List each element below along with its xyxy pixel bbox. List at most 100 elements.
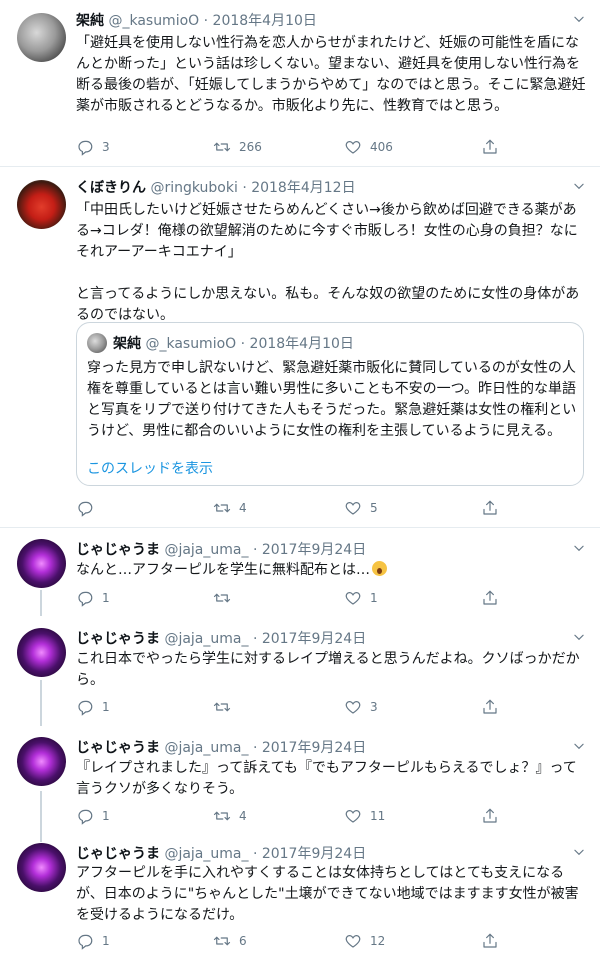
like-button[interactable]: 1 (344, 588, 378, 608)
share-icon (481, 138, 499, 156)
like-icon (344, 932, 362, 950)
display-name[interactable]: じゃじゃうま (76, 846, 160, 862)
reply-icon (76, 698, 94, 716)
tweet-actions: 1 6 12 (76, 931, 536, 951)
display-name[interactable]: じゃじゃうま (76, 631, 160, 647)
reply-icon (76, 499, 94, 517)
avatar[interactable] (17, 539, 66, 588)
tweet[interactable]: じゃじゃうま @jaja_uma_ · 2017年9月24日 なんと…アフターピ… (0, 528, 600, 616)
tweet-date[interactable]: · 2017年9月24日 (253, 542, 366, 558)
reply-count: 1 (102, 809, 110, 823)
tweet-header: じゃじゃうま @jaja_uma_ · 2017年9月24日 (76, 539, 366, 559)
avatar[interactable] (17, 180, 66, 229)
avatar[interactable] (17, 737, 66, 786)
tweet-actions: 1 3 (76, 697, 536, 717)
reply-button[interactable]: 1 (76, 806, 110, 826)
like-count: 1 (370, 591, 378, 605)
reply-button[interactable]: 1 (76, 588, 110, 608)
tweet-header: くぼきりん @ringkuboki · 2018年4月12日 (76, 177, 356, 197)
like-button[interactable]: 406 (344, 137, 393, 157)
tweet[interactable]: じゃじゃうま @jaja_uma_ · 2017年9月24日 アフターピルを手に… (0, 843, 600, 961)
tweet-text-row: なんと…アフターピルを学生に無料配布とは… (76, 560, 588, 581)
tweet-date[interactable]: · 2017年9月24日 (253, 631, 366, 647)
like-icon (344, 807, 362, 825)
display-name[interactable]: じゃじゃうま (76, 542, 160, 558)
quoted-display-name: 架純 (113, 336, 141, 352)
retweet-icon (213, 499, 231, 517)
retweet-count: 6 (239, 934, 247, 948)
chevron-down-icon[interactable] (572, 179, 586, 193)
user-handle[interactable]: @jaja_uma_ (164, 740, 248, 756)
reply-button[interactable] (76, 498, 102, 518)
user-handle[interactable]: @jaja_uma_ (164, 846, 248, 862)
tweet-header: 架純 @_kasumioO · 2018年4月10日 (76, 10, 317, 30)
retweet-icon (213, 932, 231, 950)
share-button[interactable] (481, 931, 507, 951)
like-count: 5 (370, 501, 378, 515)
share-button[interactable] (481, 498, 507, 518)
reply-count: 1 (102, 591, 110, 605)
retweet-button[interactable]: 4 (213, 498, 247, 518)
display-name[interactable]: くぼきりん (76, 180, 146, 196)
tweet-actions: 3 266 406 (76, 137, 536, 157)
reply-count: 1 (102, 934, 110, 948)
chevron-down-icon[interactable] (572, 12, 586, 26)
avatar[interactable] (17, 13, 66, 62)
share-icon (481, 807, 499, 825)
retweet-button[interactable] (213, 588, 239, 608)
like-button[interactable]: 12 (344, 931, 385, 951)
user-handle[interactable]: @_kasumioO (108, 13, 199, 29)
chevron-down-icon[interactable] (572, 739, 586, 753)
tweet-date[interactable]: · 2017年9月24日 (253, 740, 366, 756)
like-icon (344, 698, 362, 716)
retweet-icon (213, 698, 231, 716)
reply-icon (76, 932, 94, 950)
share-button[interactable] (481, 137, 507, 157)
reply-button[interactable]: 1 (76, 931, 110, 951)
retweet-button[interactable]: 4 (213, 806, 247, 826)
retweet-button[interactable]: 266 (213, 137, 262, 157)
avatar[interactable] (17, 628, 66, 677)
share-button[interactable] (481, 806, 507, 826)
share-icon (481, 589, 499, 607)
tweet-text: 「中田氏したいけど妊娠させたらめんどくさい→後から飲めば回避できる薬がある→コレ… (76, 202, 580, 323)
like-icon (344, 589, 362, 607)
chevron-down-icon[interactable] (572, 845, 586, 859)
retweet-button[interactable]: 6 (213, 931, 247, 951)
like-button[interactable]: 5 (344, 498, 378, 518)
user-handle[interactable]: @jaja_uma_ (164, 631, 248, 647)
reply-button[interactable]: 1 (76, 697, 110, 717)
tweet[interactable]: じゃじゃうま @jaja_uma_ · 2017年9月24日 『レイプされました… (0, 726, 600, 842)
tweet-actions: 1 4 11 (76, 806, 536, 826)
share-button[interactable] (481, 697, 507, 717)
retweet-button[interactable] (213, 697, 239, 717)
reply-count: 1 (102, 700, 110, 714)
chevron-down-icon[interactable] (572, 630, 586, 644)
quoted-header: 架純 @_kasumioO · 2018年4月10日 (113, 333, 354, 353)
display-name[interactable]: 架純 (76, 13, 104, 29)
retweet-count: 4 (239, 809, 247, 823)
avatar[interactable] (17, 843, 66, 892)
user-handle[interactable]: @ringkuboki (150, 180, 237, 196)
show-thread-link[interactable]: このスレッドを表示 (87, 458, 213, 478)
tweet-date[interactable]: · 2018年4月10日 (204, 13, 317, 29)
tweet[interactable]: じゃじゃうま @jaja_uma_ · 2017年9月24日 これ日本でやったら… (0, 617, 600, 725)
tweet[interactable]: 架純 @_kasumioO · 2018年4月10日 「避妊具を使用しない性行為… (0, 0, 600, 166)
astonished-face-emoji (372, 561, 387, 576)
chevron-down-icon[interactable] (572, 541, 586, 555)
user-handle[interactable]: @jaja_uma_ (164, 542, 248, 558)
reply-button[interactable]: 3 (76, 137, 110, 157)
quoted-date: · 2018年4月10日 (240, 336, 354, 352)
reply-count: 3 (102, 140, 110, 154)
tweet-text: これ日本でやったら学生に対するレイプ増えると思うんだよね。クソばっかだから。 (76, 651, 580, 688)
share-button[interactable] (481, 588, 507, 608)
tweet-date[interactable]: · 2017年9月24日 (253, 846, 366, 862)
like-count: 406 (370, 140, 393, 154)
tweet-date[interactable]: · 2018年4月12日 (242, 180, 355, 196)
like-button[interactable]: 11 (344, 806, 385, 826)
quoted-tweet[interactable]: 架純 @_kasumioO · 2018年4月10日 穿った見方で申し訳ないけど… (76, 322, 584, 486)
display-name[interactable]: じゃじゃうま (76, 740, 160, 756)
like-button[interactable]: 3 (344, 697, 378, 717)
retweet-icon (213, 138, 231, 156)
tweet-text: 「避妊具を使用しない性行為を恋人からせがまれたけど、妊娠の可能性を盾になんとか断… (76, 35, 586, 114)
